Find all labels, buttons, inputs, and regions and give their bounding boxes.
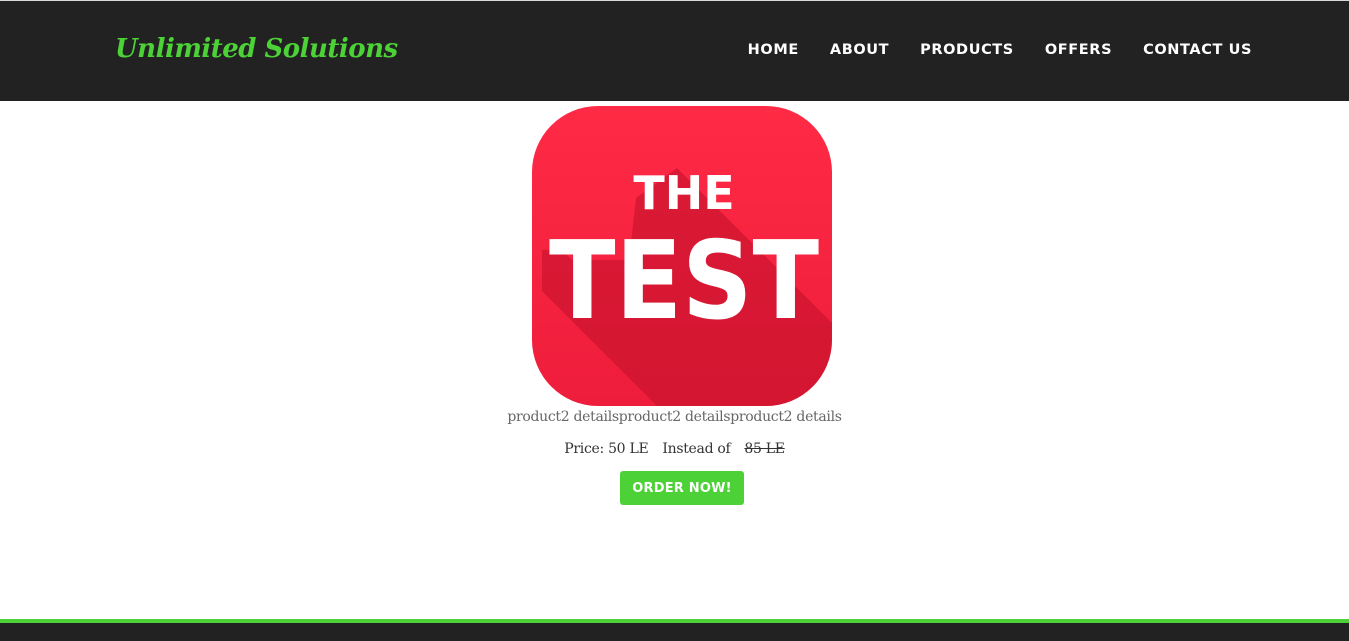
nav-contact-us[interactable]: CONTACT US [1143,42,1252,58]
product-image: THE TEST [532,106,832,406]
order-now-button[interactable]: ORDER NOW! [620,471,744,505]
brand-logo[interactable]: Unlimited Solutions [115,34,398,64]
nav-about[interactable]: ABOUT [830,42,889,58]
nav-products[interactable]: PRODUCTS [920,42,1014,58]
site-header: Unlimited Solutions HOME ABOUT PRODUCTS … [0,1,1349,101]
nav-home[interactable]: HOME [748,42,799,58]
product-details: product2 detailsproduct2 detailsproduct2… [507,409,842,425]
site-footer [0,623,1349,641]
instead-of-label: Instead of [662,441,731,457]
old-price: 85 LE [744,441,785,457]
logo-text-test: TEST [549,219,819,344]
current-price: Price: 50 LE [564,441,649,457]
nav-offers[interactable]: OFFERS [1045,42,1112,58]
logo-text-the: THE [633,166,734,220]
price-line: Price: 50 LE Instead of 85 LE [0,441,1349,457]
main-nav: HOME ABOUT PRODUCTS OFFERS CONTACT US [717,42,1252,58]
